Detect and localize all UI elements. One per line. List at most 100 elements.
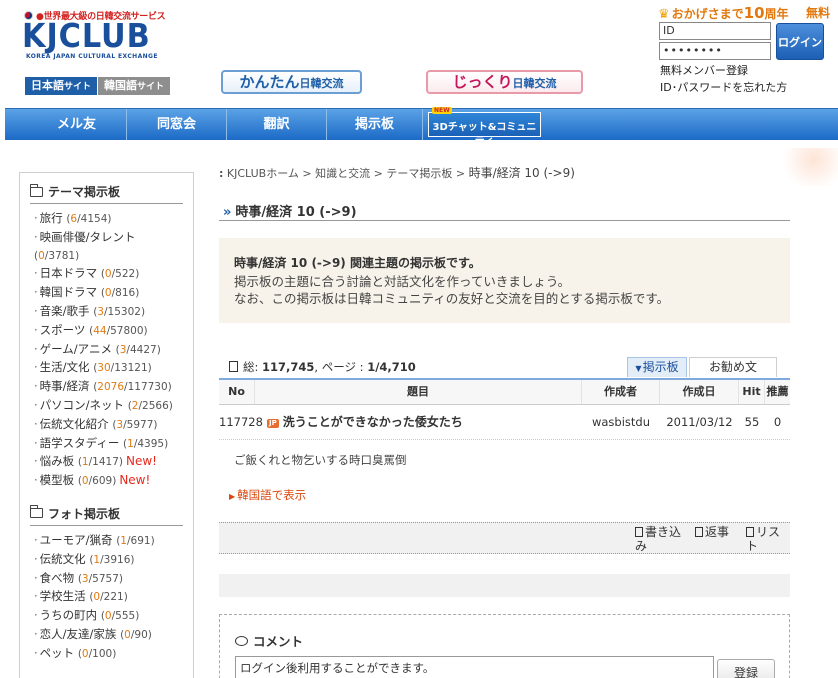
nav-3d-chat[interactable]: NEW 3Dチャット&コミュニティ [428,107,541,147]
site-language-tabs: 日本語サイト 韓国語サイト [25,77,171,95]
sidebar-board-item[interactable]: · 模型板 (0/609) New! [34,472,183,491]
comment-submit-button[interactable]: 登録 [717,659,775,678]
login-password-input[interactable]: •••••••• [659,42,771,60]
sidebar-board-item[interactable]: · 悩み板 (1/1417) New! [34,453,183,472]
photo-board-list: · ユーモア/猟奇 (1/691) · 伝統文化 (1/3916) · 食べ物 (3/57… [34,532,183,664]
document-icon [229,361,238,372]
sidebar-board-item[interactable]: · 韓国ドラマ (0/816) [34,284,183,303]
board-intro: 時事/経済 10 (->9) 関連主題の掲示板です。 掲示板の主題に合う討論と対… [219,238,790,323]
sidebar-board-item[interactable]: · 恋人/友達/家族 (0/90) [34,626,183,645]
sidebar-board-item[interactable]: · ゲーム/アニメ (3/4427) [34,341,183,360]
write-button[interactable]: 書き込み [635,525,687,553]
comment-input[interactable]: ログイン後利用することができます。 [235,656,714,678]
list-icon [746,527,754,537]
photo-board-heading: フォト掲示板 [29,505,183,526]
site-logo[interactable]: KJCLUB [22,18,151,54]
col-title: 題目 [255,380,582,404]
login-id-input[interactable]: ID [659,22,771,40]
easy-exchange-button[interactable]: かんたん日韓交流 [221,70,362,94]
sidebar-board-item[interactable]: · 伝統文化 (1/3916) [34,551,183,570]
crown-icon: ♛ [658,7,670,22]
col-no: No [219,380,255,404]
row-hit: 55 [744,415,760,429]
double-chevron-icon: » [223,205,232,220]
sidebar: テーマ掲示板 · 旅行 (6/4154) · 映画俳優/タレント (0/3781) · 日… [19,172,194,678]
row-author[interactable]: wasbistdu [582,405,660,439]
tab-recommended[interactable]: お勧め文 [689,357,777,377]
new-badge: New! [119,473,151,488]
post-body: ご飯くれと物乞いする時口臭罵倒 [234,453,407,467]
post-table: No 題目 作成者 作成日 Hit 推薦 117728 JP 洗うことができなかっ… [219,378,790,440]
reply-icon [695,527,703,537]
sidebar-board-item[interactable]: · 映画俳優/タレント (0/3781) [34,229,183,266]
nav-alumni[interactable]: 同窓会 [127,109,227,140]
board-stats: 総: 117,745, ページ : 1/4,710 [229,359,416,375]
table-header: No 題目 作成者 作成日 Hit 推薦 [219,378,790,405]
sidebar-board-item[interactable]: · 音楽/歌手 (3/15302) [34,303,183,322]
tab-korean-site[interactable]: 韓国語サイト [98,77,171,95]
reply-button[interactable]: 返事 [695,525,729,539]
col-author: 作成者 [582,380,660,404]
show-in-korean-link[interactable]: ▶ 韓国語で表示 [229,487,306,503]
breadcrumb-home[interactable]: KJCLUBホーム [227,167,299,180]
row-date: 2011/03/12 [666,415,733,429]
new-tag: NEW [432,107,452,114]
deep-exchange-button[interactable]: じっくり日韓交流 [426,70,583,94]
free-member-register-link[interactable]: 無料メンバー登録 [660,62,748,78]
sidebar-board-item[interactable]: · ペット (0/100) [34,645,183,664]
table-row[interactable]: 117728 JP 洗うことができなかった倭女たち wasbistdu 2011/… [219,405,790,440]
breadcrumb-current: 時事/経済 10 (->9) [468,166,575,180]
folder-icon [29,183,43,197]
theme-board-list: · 旅行 (6/4154) · 映画俳優/タレント (0/3781) · 日本ドラマ (0… [34,210,183,491]
new-badge: New! [126,454,157,469]
nav-mail-friend[interactable]: メル友 [27,109,127,140]
comment-section: コメント ログイン後利用することができます。 登録 [219,614,790,678]
triangle-down-icon: ▼ [635,364,642,373]
sidebar-board-item[interactable]: · 日本ドラマ (0/522) [34,265,183,284]
sidebar-board-item[interactable]: · 旅行 (6/4154) [34,210,183,229]
intro-line: 掲示板の主題に合う討論と対話文化を作っていきましょう。 [234,274,571,289]
page-count: 1/4,710 [367,360,416,374]
sidebar-board-item[interactable]: · スポーツ (44/57800) [34,322,183,341]
folder-icon [29,505,43,519]
theme-board-heading: テーマ掲示板 [29,183,183,204]
intro-line: なお、この掲示板は日韓コミュニティの友好と交流を目的とする掲示板です。 [234,291,670,306]
corner-decoration [778,148,838,186]
logo-subtitle: KOREA JAPAN CULTURAL EXCHANGE [26,53,158,60]
list-button[interactable]: リスト [746,525,786,553]
sidebar-board-item[interactable]: · パソコン/ネット (2/2566) [34,397,183,416]
sidebar-board-item[interactable]: · 時事/経済 (2076/117730) [34,378,183,397]
col-recommend: 推薦 [766,385,789,398]
pencil-icon [635,527,643,537]
sidebar-board-item[interactable]: · 語学スタディー (1/4395) [34,435,183,454]
page-title: » 時事/経済 10 (->9) [219,201,790,221]
sidebar-board-item[interactable]: · ユーモア/猟奇 (1/691) [34,532,183,551]
sidebar-board-item[interactable]: · うちの町内 (0/555) [34,607,183,626]
comment-heading: コメント [235,631,774,650]
triangle-right-icon: ▶ [229,492,236,501]
breadcrumb: : KJCLUBホーム > 知識と交流 > テーマ掲示板 > 時事/経済 10 … [219,166,575,180]
login-button[interactable]: ログイン [776,23,824,60]
sidebar-board-item[interactable]: · 生活/文化 (30/13121) [34,359,183,378]
nav-translate[interactable]: 翻訳 [227,109,327,140]
sidebar-board-item[interactable]: · 伝統文化紹介 (3/5977) [34,416,183,435]
breadcrumb-knowledge[interactable]: 知識と交流 [315,167,370,180]
forgot-id-password-link[interactable]: ID･パスワードを忘れた方 [660,79,787,95]
tab-board[interactable]: ▼掲示板 [627,357,687,377]
nav-board[interactable]: 掲示板 [327,109,423,140]
site-header: ●世界最大級の日韓交流サービス KJCLUB KOREA JAPAN CULTU… [0,0,838,108]
sidebar-board-item[interactable]: · 食べ物 (3/5757) [34,570,183,589]
col-hit: Hit [739,380,765,404]
sidebar-board-item[interactable]: · 学校生活 (0/221) [34,588,183,607]
free-banner[interactable]: 無料 [806,4,830,21]
action-bar: 書き込み 返事 リスト [219,522,790,554]
japan-flag-icon: JP [267,419,279,428]
speech-bubble-icon [235,635,248,646]
total-count: 117,745 [262,360,315,374]
row-no: 117728 [219,415,263,429]
intro-title: 時事/経済 10 (->9) 関連主題の掲示板です。 [234,256,481,270]
anniversary-banner[interactable]: ♛ おかげさまで10周年 [658,4,789,22]
breadcrumb-theme-board[interactable]: テーマ掲示板 [386,167,452,180]
tab-japanese-site[interactable]: 日本語サイト [25,77,98,95]
row-title[interactable]: JP 洗うことができなかった倭女たち [267,405,582,439]
